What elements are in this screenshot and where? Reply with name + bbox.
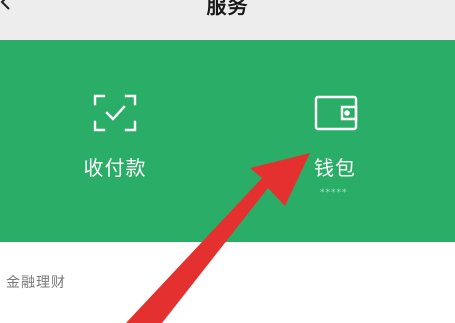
section-title: 金融理财: [6, 275, 66, 291]
pay-receive-label: 收付款: [83, 156, 147, 180]
finance-section: 金融理财: [0, 242, 455, 323]
wallet-balance-masked: *****: [320, 188, 348, 198]
wallet-icon: [314, 95, 358, 131]
pay-receive-service[interactable]: 收付款: [40, 40, 190, 242]
scan-pay-icon: [93, 94, 137, 132]
wallet-service[interactable]: 钱包 *****: [260, 40, 410, 242]
top-bar: 服务: [0, 0, 455, 40]
page-title: 服务: [206, 0, 249, 18]
wallet-label: 钱包: [314, 156, 356, 180]
services-panel: 收付款 钱包 *****: [0, 40, 455, 242]
more-icon[interactable]: [425, 0, 447, 4]
